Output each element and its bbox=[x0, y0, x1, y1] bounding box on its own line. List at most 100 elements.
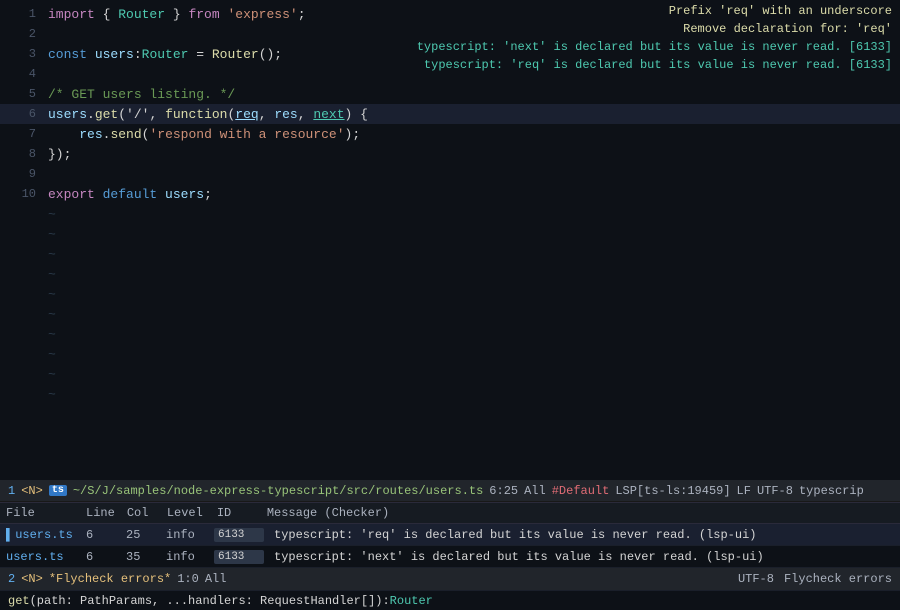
token-punct: ; bbox=[204, 187, 212, 202]
token-method: get bbox=[95, 107, 118, 122]
code-line-10: 10 export default users; bbox=[0, 184, 900, 204]
token-punct bbox=[95, 187, 103, 202]
tilde-line-19: ~ bbox=[0, 364, 900, 384]
diag-line: 6 bbox=[80, 528, 120, 542]
line-number: 3 bbox=[8, 47, 36, 61]
bottom-mode: <N> bbox=[21, 572, 43, 586]
line-number: 9 bbox=[8, 167, 36, 181]
col-level: Level bbox=[161, 503, 211, 524]
token-kw-default: default bbox=[103, 187, 158, 202]
line-number: 1 bbox=[8, 7, 36, 21]
token-punct: : bbox=[134, 47, 142, 62]
line-number: 10 bbox=[8, 187, 36, 201]
hint-remove: Remove declaration for: 'req' bbox=[417, 20, 892, 38]
token-method: Router bbox=[212, 47, 259, 62]
bottom-buf-num: 2 bbox=[8, 572, 15, 586]
token-punct bbox=[220, 7, 228, 22]
token-str: 'respond with a resource' bbox=[149, 127, 344, 142]
status-line-num: 1 bbox=[8, 484, 15, 498]
token-punct: }); bbox=[48, 147, 71, 162]
diag-file: users.ts bbox=[0, 550, 80, 564]
token-punct bbox=[157, 187, 165, 202]
token-var-name: users bbox=[48, 107, 87, 122]
line-number: 2 bbox=[8, 27, 36, 41]
token-method: send bbox=[110, 127, 141, 142]
token-punct: , bbox=[149, 107, 165, 122]
code-line-9: 9 bbox=[0, 164, 900, 184]
hint-ts-next: typescript: 'next' is declared but its v… bbox=[417, 38, 892, 56]
status-line-ending: LF bbox=[737, 484, 751, 498]
token-punct: , bbox=[259, 107, 275, 122]
col-col: Col bbox=[121, 503, 161, 524]
diag-message: typescript: 'req' is declared but its va… bbox=[268, 528, 900, 542]
token-kw-import: import bbox=[48, 7, 95, 22]
code-container: Prefix 'req' with an underscore Remove d… bbox=[0, 0, 900, 480]
diag-id: 6133 bbox=[214, 528, 264, 542]
status-lang: typescrip bbox=[799, 484, 864, 498]
mini-return-type: Router bbox=[390, 594, 433, 608]
token-type-name: Router bbox=[142, 47, 189, 62]
diag-message: typescript: 'next' is declared but its v… bbox=[268, 550, 900, 564]
tilde-char: ~ bbox=[48, 327, 56, 342]
token-str: 'express' bbox=[227, 7, 297, 22]
line-number: 4 bbox=[8, 67, 36, 81]
code-line-8: 8}); bbox=[0, 144, 900, 164]
status-file-path: ~/S/J/samples/node-express-typescript/sr… bbox=[73, 484, 483, 498]
token-punct: = bbox=[188, 47, 211, 62]
token-punct bbox=[87, 47, 95, 62]
token-kw-from: from bbox=[188, 7, 219, 22]
token-var-name: users bbox=[165, 187, 204, 202]
diagnostic-hints: Prefix 'req' with an underscore Remove d… bbox=[417, 2, 892, 74]
bottom-encoding: UTF-8 bbox=[738, 572, 774, 586]
tilde-char: ~ bbox=[48, 307, 56, 322]
tilde-line-17: ~ bbox=[0, 324, 900, 344]
token-punct: ( bbox=[142, 127, 150, 142]
diagnostics-header: File Line Col Level ID Message (Checker) bbox=[0, 503, 900, 524]
bottom-left: 2 <N> *Flycheck errors* 1:0 All bbox=[8, 572, 226, 586]
table-row[interactable]: users.ts 6 25 info 6133 typescript: 'req… bbox=[0, 524, 900, 546]
token-param-res: res bbox=[274, 107, 297, 122]
status-encoding: UTF-8 bbox=[757, 484, 793, 498]
diag-level: info bbox=[160, 528, 210, 542]
hint-ts-req: typescript: 'req' is declared but its va… bbox=[417, 56, 892, 74]
line-number: 6 bbox=[8, 107, 36, 121]
col-file: File bbox=[0, 503, 80, 524]
editor-area: Prefix 'req' with an underscore Remove d… bbox=[0, 0, 900, 480]
bottom-buffer-name: *Flycheck errors* bbox=[49, 572, 171, 586]
line-number: 8 bbox=[8, 147, 36, 161]
token-punct: { bbox=[95, 7, 118, 22]
tilde-char: ~ bbox=[48, 247, 56, 262]
token-punct: ('/' bbox=[118, 107, 149, 122]
minibuffer: get (path: PathParams, ...handlers: Requ… bbox=[0, 590, 900, 610]
tilde-char: ~ bbox=[48, 347, 56, 362]
line-number: 5 bbox=[8, 87, 36, 101]
code-line-6: 6users.get('/', function(req, res, next)… bbox=[0, 104, 900, 124]
line-number: 7 bbox=[8, 127, 36, 141]
token-kw-export: export bbox=[48, 187, 95, 202]
mini-colon: : bbox=[382, 594, 389, 608]
diag-file: users.ts bbox=[0, 528, 80, 542]
status-bar-top: 1 <N> ts ~/S/J/samples/node-express-type… bbox=[0, 480, 900, 502]
token-punct: ( bbox=[227, 107, 235, 122]
tilde-line-20: ~ bbox=[0, 384, 900, 404]
diag-id: 6133 bbox=[214, 550, 264, 564]
status-mode: <N> bbox=[21, 484, 43, 498]
tilde-line-14: ~ bbox=[0, 264, 900, 284]
tilde-line-15: ~ bbox=[0, 284, 900, 304]
token-var-name: users bbox=[95, 47, 134, 62]
bottom-all: All bbox=[205, 572, 227, 586]
tilde-char: ~ bbox=[48, 387, 56, 402]
token-punct: . bbox=[87, 107, 95, 122]
tilde-char: ~ bbox=[48, 267, 56, 282]
mini-params: (path: PathParams, ...handlers: RequestH… bbox=[30, 594, 383, 608]
col-msg: Message (Checker) bbox=[261, 503, 900, 524]
tilde-line-16: ~ bbox=[0, 304, 900, 324]
bottom-pos: 1:0 bbox=[177, 572, 199, 586]
token-kw-function: function bbox=[165, 107, 227, 122]
tilde-line-12: ~ bbox=[0, 224, 900, 244]
tilde-line-13: ~ bbox=[0, 244, 900, 264]
diagnostics-panel: File Line Col Level ID Message (Checker)… bbox=[0, 502, 900, 568]
token-kw-const: const bbox=[48, 47, 87, 62]
table-row[interactable]: users.ts 6 35 info 6133 typescript: 'nex… bbox=[0, 546, 900, 568]
col-line: Line bbox=[80, 503, 121, 524]
